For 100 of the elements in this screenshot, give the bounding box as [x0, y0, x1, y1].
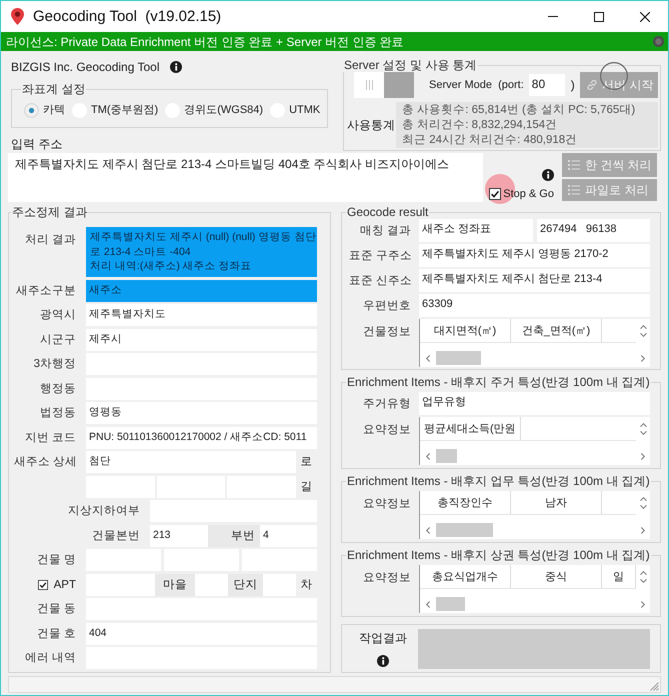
- field-label: 작업결과: [359, 631, 407, 645]
- field-label: 요약정보: [362, 497, 411, 511]
- field-label: Server Mode (port:: [429, 79, 524, 91]
- app-heading: BIZGIS Inc. Geocoding Tool: [11, 60, 160, 74]
- chevron-left-icon[interactable]: [426, 452, 430, 460]
- data-grid[interactable]: 대지면적(㎡) 건축_면적(㎡): [419, 319, 650, 367]
- field-label: 행정동: [39, 382, 76, 396]
- result-box: 제주특별자치도 제주시 (null) (null) 영평동 첨단 로 213-4 스마트 -404 처리 내역:(새주소) 새주소 정좌표: [86, 227, 317, 277]
- chevron-up-icon[interactable]: [640, 497, 646, 501]
- text-field[interactable]: PNU: 501101360012170002 / 새주소CD: 5011: [86, 426, 317, 448]
- radio-option[interactable]: 경위도(WGS84): [165, 103, 264, 118]
- toggle-switch[interactable]: [354, 72, 414, 98]
- text-field[interactable]: 업무유형: [419, 392, 650, 415]
- suffix-label: 차: [300, 578, 314, 592]
- close-icon: [640, 12, 650, 22]
- info-icon[interactable]: [377, 655, 389, 667]
- scroll-thumb[interactable]: [436, 597, 465, 611]
- chevron-right-icon[interactable]: [641, 526, 645, 534]
- scroll-thumb[interactable]: [436, 449, 457, 463]
- column-header: 총직장인수: [420, 491, 511, 514]
- chevron-up-icon[interactable]: [640, 571, 646, 575]
- chevron-right-icon[interactable]: [641, 452, 645, 460]
- field-label: 처리 결과: [24, 233, 76, 247]
- field-label: 에러 내역: [24, 651, 76, 665]
- checkbox-icon[interactable]: [38, 580, 48, 590]
- data-grid[interactable]: 총직장인수 남자: [419, 491, 650, 539]
- chevron-up-icon[interactable]: [640, 325, 646, 329]
- data-grid[interactable]: 평균세대소득(만원: [419, 417, 650, 465]
- chevron-left-icon[interactable]: [426, 526, 430, 534]
- port-field[interactable]: 80: [528, 74, 565, 96]
- list-icon: [568, 160, 580, 170]
- text-field[interactable]: 213: [150, 524, 208, 546]
- data-grid[interactable]: 총요식업개수 중식 일: [419, 565, 650, 613]
- chevron-left-icon[interactable]: [426, 600, 430, 608]
- radio-icon[interactable]: [24, 103, 39, 118]
- suffix-label: 길: [300, 480, 314, 494]
- column-header: 중식: [511, 565, 602, 588]
- group-title: Enrichment Items - 배후지 주거 특성(반경 100m 내 집계): [346, 375, 651, 389]
- address-input[interactable]: 제주특별자치도 제주시 첨단로 213-4 스마트빌딩 404호 주식회사 비즈지아이에스: [8, 153, 483, 202]
- chevron-up-icon[interactable]: [640, 423, 646, 427]
- text-field[interactable]: 새주소: [86, 280, 317, 302]
- field-label: 표준 신주소: [349, 274, 411, 288]
- scroll-thumb[interactable]: [436, 351, 481, 365]
- chevron-right-icon[interactable]: [641, 600, 645, 608]
- map-pin-icon: [11, 8, 24, 25]
- column-header: 대지면적(㎡): [420, 319, 511, 342]
- field-label: 단지: [228, 574, 263, 596]
- text-field[interactable]: 제주특별자치도: [86, 304, 317, 326]
- resize-grip-icon[interactable]: [650, 682, 659, 691]
- info-icon[interactable]: [542, 169, 554, 181]
- field-label: 마을: [155, 574, 195, 596]
- field-label: 요약정보: [362, 423, 411, 437]
- link-icon: [586, 79, 598, 91]
- text-field[interactable]: 4: [260, 524, 317, 546]
- text-field[interactable]: 새주소 정좌표: [419, 219, 533, 242]
- text-field[interactable]: 267494 96138: [537, 219, 650, 242]
- text-field[interactable]: 63309: [419, 294, 650, 317]
- field-label: 건물본번: [91, 528, 140, 542]
- radio-option[interactable]: TM(중부원점): [72, 103, 158, 118]
- chevron-down-icon[interactable]: [640, 505, 646, 509]
- text-field[interactable]: 제주특별자치도 제주시 영평동 2170-2: [419, 244, 650, 267]
- maximize-icon: [594, 12, 604, 22]
- text-field[interactable]: 제주특별자치도 제주시 첨단로 213-4: [419, 269, 650, 292]
- field-label: 법정동: [39, 406, 76, 420]
- chevron-down-icon[interactable]: [640, 579, 646, 583]
- field-label: 부번: [208, 524, 260, 546]
- circle-icon: [653, 36, 664, 47]
- field-label: 요약정보: [362, 571, 411, 585]
- field-label: 표준 구주소: [349, 248, 411, 262]
- group-title: Enrichment Items - 배후지 상권 특성(반경 100m 내 집계): [346, 548, 651, 562]
- text-field[interactable]: 제주시: [86, 328, 317, 350]
- apt-checkbox[interactable]: APT: [14, 578, 76, 590]
- list-icon: [568, 185, 580, 195]
- column-header: 총요식업개수: [420, 565, 511, 588]
- field-label: 새주소 상세: [14, 455, 76, 469]
- column-header: 평균세대소득(만원: [420, 417, 521, 440]
- chevron-left-icon[interactable]: [426, 354, 430, 362]
- field-label: 입력 주소: [11, 137, 62, 151]
- field-label: 우편번호: [362, 298, 411, 312]
- group-title: 주소정제 결과: [11, 205, 88, 219]
- field-label: 3차행정: [32, 357, 76, 371]
- stat-text: 총 사용횟수: 65,814번 (총 설치 PC: 5,765대): [402, 103, 636, 118]
- field-label: 건물정보: [362, 325, 411, 339]
- chevron-right-icon[interactable]: [641, 354, 645, 362]
- chevron-down-icon[interactable]: [640, 431, 646, 435]
- text-field[interactable]: 영평동: [86, 402, 317, 424]
- stop-go-checkbox[interactable]: Stop & Go: [489, 187, 554, 201]
- radio-option[interactable]: 카텍: [24, 103, 65, 118]
- stat-text: 최근 24시간 처리건수: 480,918건: [402, 133, 578, 148]
- chevron-down-icon[interactable]: [640, 333, 646, 337]
- text-field[interactable]: 404: [86, 622, 317, 644]
- field-label: 매칭 결과: [358, 224, 411, 238]
- info-icon[interactable]: [170, 61, 182, 73]
- column-header: 건축_면적(㎡): [511, 319, 602, 342]
- scroll-thumb[interactable]: [436, 523, 493, 537]
- radio-option[interactable]: UTMK: [270, 103, 320, 118]
- field-label: 새주소구분: [15, 284, 76, 298]
- column-header: 남자: [511, 491, 602, 514]
- text-field[interactable]: 첨단: [86, 451, 296, 473]
- checkbox-icon[interactable]: [489, 188, 502, 200]
